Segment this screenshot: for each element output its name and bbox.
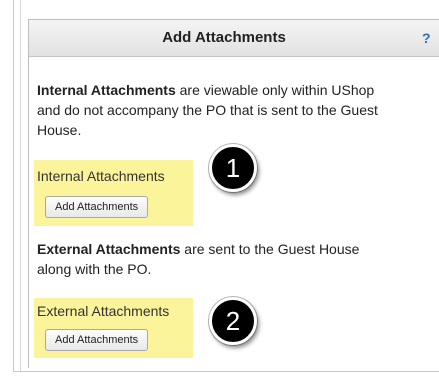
internal-description: Internal Attachments are viewable only w… — [37, 80, 437, 140]
external-heading: External Attachments — [37, 241, 181, 257]
internal-description-line1: are viewable only within UShop — [175, 82, 375, 98]
internal-description-line2: and do not accompany the PO that is sent… — [37, 102, 378, 118]
screenshot-frame: Add Attachments ? Internal Attachments a… — [0, 0, 439, 385]
internal-section-label: Internal Attachments — [37, 168, 165, 184]
add-internal-attachments-button[interactable]: Add Attachments — [45, 196, 149, 218]
panel-header: Add Attachments ? — [29, 20, 439, 57]
window-border-inner — [20, 0, 21, 372]
panel-title: Add Attachments — [162, 29, 286, 46]
external-description: External Attachments are sent to the Gue… — [37, 239, 437, 279]
internal-heading: Internal Attachments — [37, 82, 176, 98]
external-description-line1: are sent to the Guest House — [180, 241, 360, 257]
window-border-bottom — [13, 371, 439, 372]
external-section-label: External Attachments — [37, 303, 170, 319]
window-border-left — [13, 0, 14, 372]
callout-badge-2: 2 — [209, 297, 257, 345]
add-attachments-panel: Add Attachments ? Internal Attachments a… — [28, 19, 439, 368]
callout-badge-1: 1 — [209, 144, 257, 192]
internal-description-line3: House. — [37, 122, 82, 138]
help-icon[interactable]: ? — [422, 20, 431, 56]
external-description-line2: along with the PO. — [37, 261, 152, 277]
add-external-attachments-button[interactable]: Add Attachments — [45, 329, 149, 351]
